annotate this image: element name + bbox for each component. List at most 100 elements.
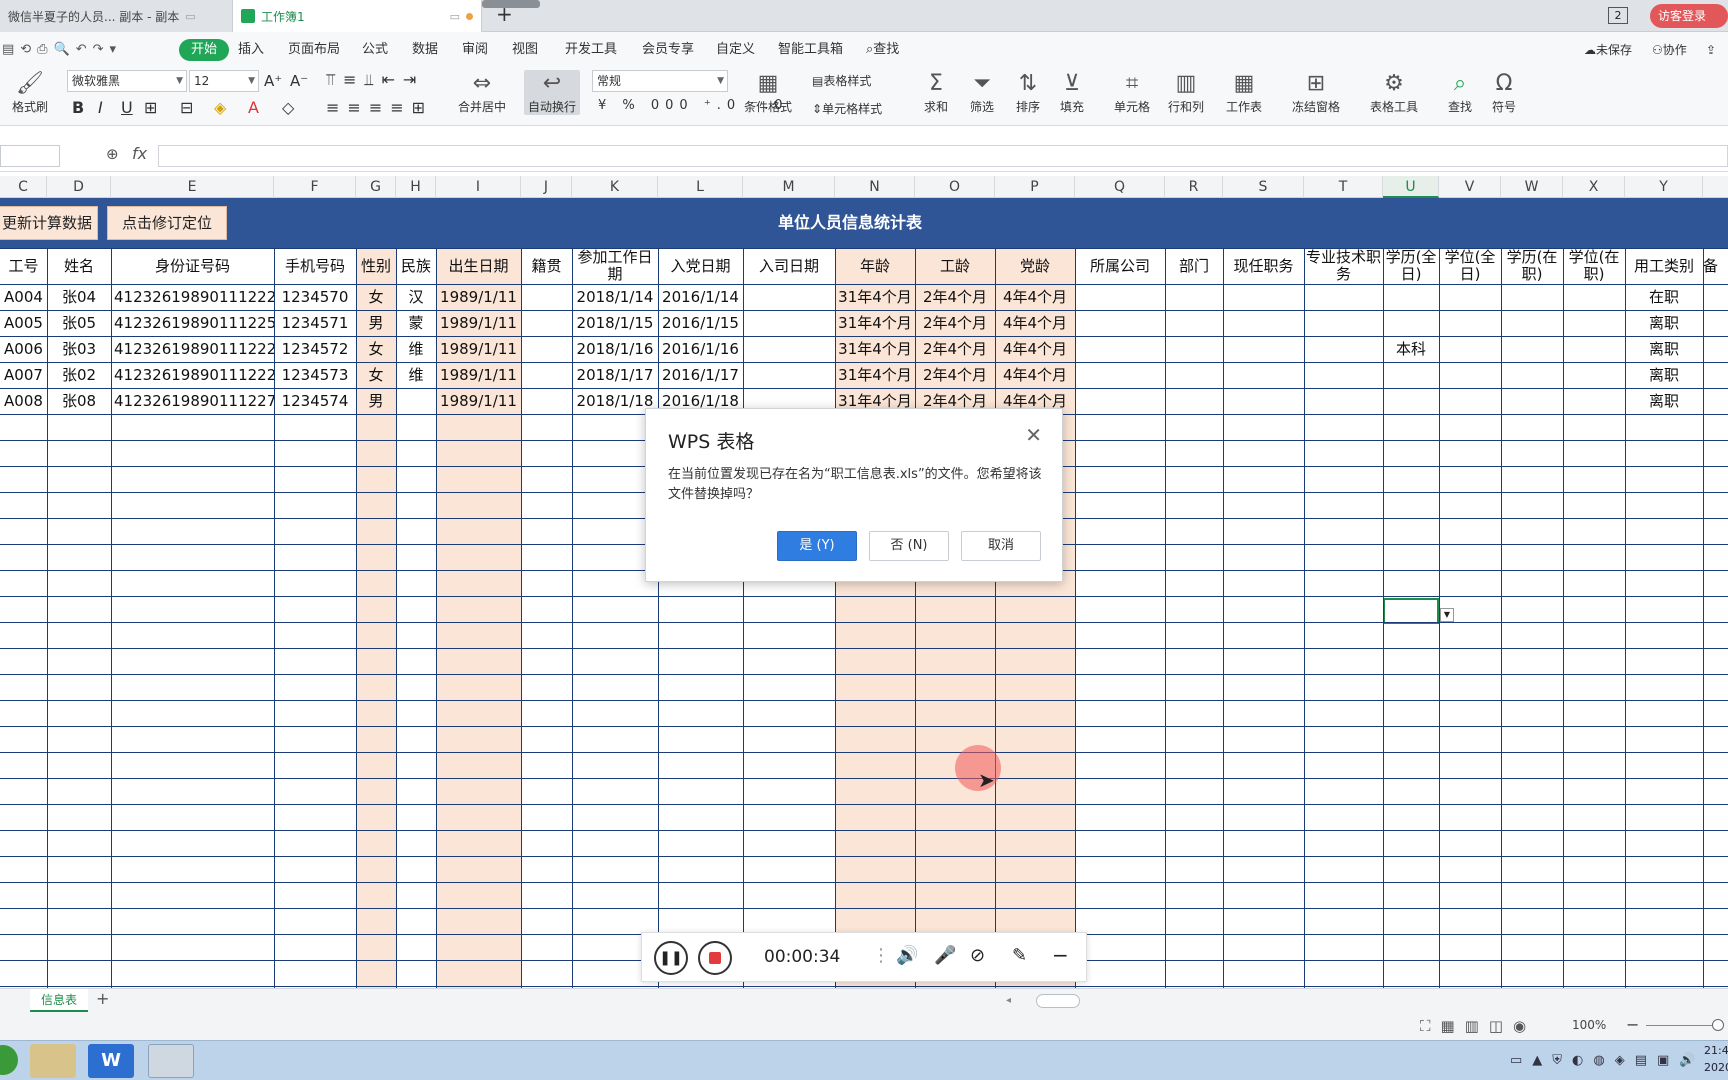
find-button[interactable]: ⌕ 查找 <box>1448 70 1472 115</box>
freeze-panes-button[interactable]: ⊞ 冻结窗格 <box>1292 70 1340 115</box>
table-cell[interactable]: 张08 <box>47 388 111 414</box>
table-cell[interactable] <box>1165 336 1223 362</box>
table-cell[interactable] <box>1165 388 1223 414</box>
table-cell[interactable] <box>1223 310 1304 336</box>
header-cell[interactable]: 身份证号码 <box>111 248 274 284</box>
table-cell[interactable] <box>1383 388 1439 414</box>
wps-writer-icon[interactable]: W <box>88 1044 134 1078</box>
tab-workbook1[interactable]: 工作簿1 ▭ <box>232 0 482 32</box>
table-cell[interactable]: 31年4个月 <box>835 362 915 388</box>
header-cell[interactable]: 党龄 <box>995 248 1075 284</box>
column-header[interactable]: R <box>1165 176 1223 198</box>
table-cell[interactable] <box>1075 310 1165 336</box>
system-tray-icons[interactable]: ▭▲⛨◐◍◈▤▣🔊 <box>1510 1053 1705 1068</box>
update-data-button[interactable]: 更新计算数据 <box>0 206 98 240</box>
scroll-left-icon[interactable]: ◂ <box>1006 995 1014 1007</box>
zoom-out-icon[interactable]: − <box>1626 1015 1639 1034</box>
table-cell[interactable] <box>1304 388 1383 414</box>
table-cell[interactable] <box>743 336 835 362</box>
bold-icon[interactable]: B <box>72 98 84 117</box>
column-header[interactable]: M <box>743 176 835 198</box>
underline-icon[interactable]: U <box>121 98 133 117</box>
table-cell[interactable]: 31年4个月 <box>835 310 915 336</box>
table-cell[interactable]: 女 <box>356 284 396 310</box>
table-cell[interactable] <box>743 310 835 336</box>
header-cell[interactable]: 现任职务 <box>1223 248 1304 284</box>
table-cell[interactable]: 女 <box>356 336 396 362</box>
camera-off-icon[interactable]: ⊘ <box>970 945 985 966</box>
table-cell[interactable]: 1989/1/11 <box>436 310 521 336</box>
column-header[interactable]: O <box>915 176 995 198</box>
pen-icon[interactable]: ✎ <box>1012 945 1027 966</box>
menu-review[interactable]: 审阅 <box>462 39 488 61</box>
no-button[interactable]: 否 (N) <box>869 531 949 561</box>
table-cell[interactable]: 1989/1/11 <box>436 284 521 310</box>
column-header[interactable]: L <box>658 176 743 198</box>
table-cell[interactable]: 1234573 <box>274 362 356 388</box>
table-cell[interactable]: 1989/1/11 <box>436 362 521 388</box>
close-icon[interactable]: ✕ <box>1025 423 1042 447</box>
table-cell[interactable] <box>521 336 572 362</box>
header-cell[interactable]: 民族 <box>396 248 436 284</box>
font-color-icon[interactable]: A <box>248 98 259 117</box>
window-count-badge[interactable]: 2 <box>1608 7 1628 24</box>
table-cell[interactable]: 41232619890111222 <box>111 284 274 310</box>
menu-developer[interactable]: 开发工具 <box>565 39 617 61</box>
table-cell[interactable]: A005 <box>0 310 47 336</box>
table-cell[interactable] <box>1383 362 1439 388</box>
table-cell[interactable] <box>1304 336 1383 362</box>
table-cell[interactable] <box>1563 284 1625 310</box>
fill-color-icon[interactable]: ◈ <box>214 98 226 117</box>
table-cell[interactable]: 41232619890111222 <box>111 362 274 388</box>
table-cell[interactable] <box>396 388 436 414</box>
table-cell[interactable] <box>1501 388 1563 414</box>
header-cell[interactable]: 籍贯 <box>521 248 572 284</box>
eraser-icon[interactable]: ◇ <box>282 98 294 117</box>
header-cell[interactable]: 工龄 <box>915 248 995 284</box>
table-cell[interactable]: 张02 <box>47 362 111 388</box>
table-cell[interactable]: 2018/1/15 <box>572 310 658 336</box>
header-cell[interactable]: 学历(在职) <box>1501 248 1563 284</box>
table-cell[interactable] <box>1439 310 1501 336</box>
drag-handle-icon[interactable]: ⋮ <box>872 945 890 966</box>
formula-input[interactable] <box>158 145 1728 167</box>
header-cell[interactable]: 用工类别 <box>1625 248 1703 284</box>
tab-scroll-handle[interactable] <box>482 0 540 8</box>
header-cell[interactable]: 所属公司 <box>1075 248 1165 284</box>
menu-smart-toolbox[interactable]: 智能工具箱 <box>778 39 843 61</box>
table-tools-button[interactable]: ⚙ 表格工具 <box>1370 70 1418 115</box>
guest-login-button[interactable]: 访客登录 <box>1650 4 1728 28</box>
zoom-slider[interactable] <box>1646 1025 1722 1026</box>
merge-style-icon[interactable]: ⊟ <box>180 98 193 117</box>
pause-icon[interactable]: ❚❚ <box>654 941 688 975</box>
horizontal-scrollbar-thumb[interactable] <box>1036 994 1080 1008</box>
vertical-align-icons[interactable]: ⫪≡⫫⇤⇥ <box>326 70 424 90</box>
header-cell[interactable]: 部门 <box>1165 248 1223 284</box>
sheet-tab-info[interactable]: 信息表 <box>30 989 88 1012</box>
table-cell[interactable] <box>1304 284 1383 310</box>
table-cell[interactable] <box>1501 310 1563 336</box>
cell-button[interactable]: ⌗ 单元格 <box>1114 70 1150 115</box>
column-header[interactable]: H <box>396 176 436 198</box>
header-cell[interactable]: 学历(全日) <box>1383 248 1439 284</box>
column-header[interactable]: I <box>436 176 521 198</box>
table-cell[interactable] <box>1563 336 1625 362</box>
column-header[interactable]: T <box>1304 176 1383 198</box>
header-cell[interactable]: 学位(全日) <box>1439 248 1501 284</box>
table-cell[interactable]: 1234574 <box>274 388 356 414</box>
table-cell[interactable]: 2年4个月 <box>915 284 995 310</box>
font-name-select[interactable]: 微软雅黑 ▼ <box>67 70 187 92</box>
font-size-select[interactable]: 12 ▼ <box>189 70 259 92</box>
table-cell[interactable]: 4年4个月 <box>995 284 1075 310</box>
menu-page-layout[interactable]: 页面布局 <box>288 39 340 61</box>
table-cell[interactable] <box>1501 336 1563 362</box>
add-sheet-button[interactable]: + <box>96 989 109 1008</box>
table-cell[interactable] <box>1223 336 1304 362</box>
header-cell[interactable]: 备 <box>1703 248 1728 284</box>
italic-icon[interactable]: I <box>98 98 103 117</box>
table-cell[interactable] <box>1439 362 1501 388</box>
table-cell[interactable] <box>1439 336 1501 362</box>
table-cell[interactable]: 维 <box>396 336 436 362</box>
table-cell[interactable] <box>1165 284 1223 310</box>
table-cell[interactable]: 41232619890111222 <box>111 336 274 362</box>
